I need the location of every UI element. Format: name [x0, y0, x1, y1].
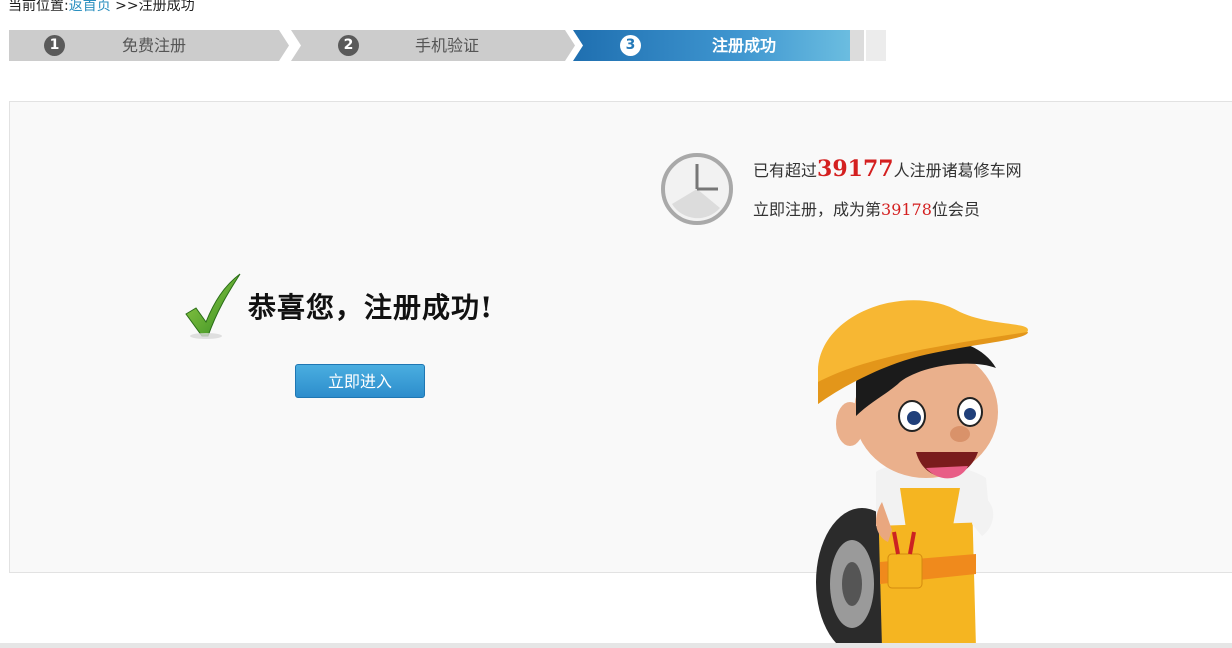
breadcrumb-prefix: 当前位置:: [8, 0, 69, 14]
user-count: 39177: [817, 156, 894, 182]
step-phone-verify: 2 手机验证: [291, 30, 575, 61]
member-number: 39178: [881, 200, 932, 219]
stats-line1-suffix: 人注册诸葛修车网: [893, 161, 1022, 180]
stats-line2-suffix: 位会员: [931, 200, 980, 219]
breadcrumb-current: >>注册成功: [115, 0, 195, 14]
step-number-1: 1: [44, 35, 65, 56]
stats-member-number: 立即注册，成为第39178位会员: [753, 196, 980, 220]
registration-steps: 1 免费注册 2 手机验证 3 注册成功: [9, 30, 886, 61]
clock-icon: [661, 153, 733, 225]
step-bar-tail-light: [866, 30, 886, 61]
step-label-1: 免费注册: [122, 36, 187, 55]
check-icon: [185, 273, 241, 339]
step-number-2: 2: [338, 35, 359, 56]
step-number-3: 3: [620, 35, 641, 56]
enter-now-button[interactable]: 立即进入: [295, 364, 425, 398]
step-label-3: 注册成功: [712, 36, 777, 55]
step-register-success: 3 注册成功: [573, 30, 850, 61]
step-label-2: 手机验证: [415, 36, 480, 55]
breadcrumb: 当前位置:返首页 >>注册成功: [8, 0, 195, 15]
footer-divider: [0, 643, 1232, 648]
home-link[interactable]: 返首页: [69, 0, 111, 14]
stats-line2-prefix: 立即注册，成为第: [753, 200, 882, 219]
mascot-mechanic: [816, 300, 1028, 648]
stats-registered-count: 已有超过39177人注册诸葛修车网: [753, 156, 1022, 182]
stats-line1-prefix: 已有超过: [753, 161, 818, 180]
step-bar-tail: [850, 30, 864, 61]
success-title: 恭喜您，注册成功!: [248, 291, 494, 324]
step-free-register: 1 免费注册: [9, 30, 289, 61]
